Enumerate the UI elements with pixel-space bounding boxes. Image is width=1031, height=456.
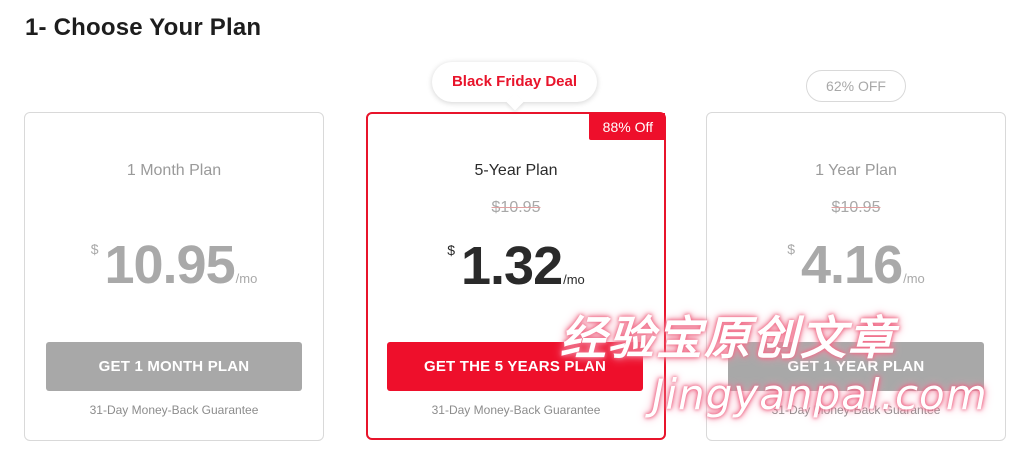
price: $10.95/mo (25, 237, 323, 293)
plan-card-1-year[interactable]: 1 Year Plan $10.95 $4.16/mo GET 1 YEAR P… (706, 112, 1006, 441)
price-period: /mo (563, 272, 585, 287)
old-price: $10.95 (831, 199, 881, 216)
price-amount: 10.95 (104, 235, 235, 295)
price-amount: 4.16 (801, 235, 903, 295)
get-5-years-plan-button[interactable]: GET THE 5 YEARS PLAN (387, 342, 643, 391)
black-friday-deal-badge: Black Friday Deal (432, 62, 597, 102)
discount-pill: 62% OFF (806, 70, 906, 102)
plan-card-5-year[interactable]: 88% Off 5-Year Plan $10.95 $1.32/mo GET … (366, 112, 666, 440)
get-1-year-plan-button[interactable]: GET 1 YEAR PLAN (728, 342, 984, 391)
price-amount: 1.32 (461, 236, 563, 296)
discount-ribbon: 88% Off (588, 113, 665, 140)
currency-symbol: $ (90, 241, 99, 257)
currency-symbol: $ (447, 242, 455, 258)
money-back-guarantee: 31-Day Money-Back Guarantee (771, 403, 941, 417)
plan-name: 1 Year Plan (815, 162, 897, 179)
plan-name: 1 Month Plan (126, 162, 222, 179)
price-period: /mo (235, 271, 258, 286)
currency-symbol: $ (787, 241, 795, 257)
money-back-guarantee: 31-Day Money-Back Guarantee (89, 403, 259, 417)
page-title: 1- Choose Your Plan (25, 14, 262, 41)
plan-card-1-month[interactable]: 1 Month Plan $10.95/mo GET 1 MONTH PLAN … (24, 112, 324, 441)
plan-name: 5-Year Plan (474, 162, 558, 179)
get-1-month-plan-button[interactable]: GET 1 MONTH PLAN (46, 342, 302, 391)
old-price: $10.95 (491, 199, 541, 216)
price-period: /mo (903, 271, 925, 286)
price: $4.16/mo (707, 237, 1005, 293)
price: $1.32/mo (368, 238, 664, 294)
money-back-guarantee: 31-Day Money-Back Guarantee (431, 403, 601, 417)
